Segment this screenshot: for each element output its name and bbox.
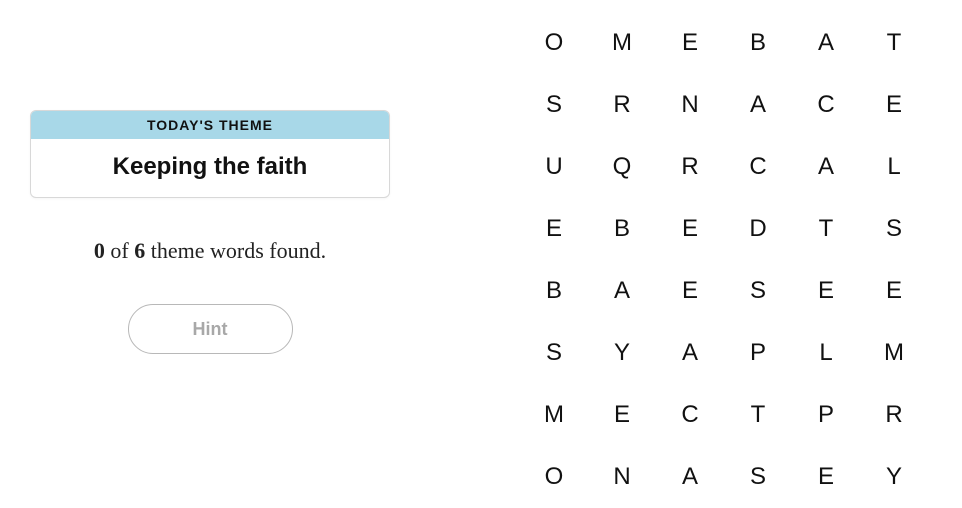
letter-cell[interactable]: O xyxy=(520,12,588,74)
letter-cell[interactable]: E xyxy=(588,384,656,446)
letter-cell[interactable]: R xyxy=(860,384,928,446)
letter-cell[interactable]: T xyxy=(724,384,792,446)
hint-button[interactable]: Hint xyxy=(128,304,293,354)
letter-cell[interactable]: S xyxy=(724,260,792,322)
letter-cell[interactable]: A xyxy=(656,446,724,508)
letter-cell[interactable]: L xyxy=(860,136,928,198)
words-found-count: 0 xyxy=(94,238,105,263)
letter-cell[interactable]: S xyxy=(724,446,792,508)
letter-cell[interactable]: S xyxy=(520,74,588,136)
letter-cell[interactable]: N xyxy=(588,446,656,508)
letter-cell[interactable]: M xyxy=(588,12,656,74)
letter-cell[interactable]: Y xyxy=(588,322,656,384)
letter-cell[interactable]: E xyxy=(860,74,928,136)
progress-text: 0 of 6 theme words found. xyxy=(94,238,326,264)
theme-card: TODAY'S THEME Keeping the faith xyxy=(30,110,390,198)
letter-cell[interactable]: Q xyxy=(588,136,656,198)
letter-cell[interactable]: E xyxy=(656,12,724,74)
letter-cell[interactable]: N xyxy=(656,74,724,136)
letter-cell[interactable]: A xyxy=(792,12,860,74)
letter-cell[interactable]: A xyxy=(588,260,656,322)
letter-cell[interactable]: T xyxy=(860,12,928,74)
letter-cell[interactable]: U xyxy=(520,136,588,198)
letter-cell[interactable]: E xyxy=(792,446,860,508)
words-total-count: 6 xyxy=(134,238,145,263)
letter-cell[interactable]: A xyxy=(792,136,860,198)
progress-suffix: theme words found. xyxy=(151,238,326,263)
letter-cell[interactable]: B xyxy=(588,198,656,260)
right-panel: OMEBATSRNACEUQRCALEBEDTSBAESEESYAPLMMECT… xyxy=(420,0,962,503)
letter-cell[interactable]: B xyxy=(520,260,588,322)
left-panel: TODAY'S THEME Keeping the faith 0 of 6 t… xyxy=(0,0,420,503)
letter-cell[interactable]: C xyxy=(656,384,724,446)
letter-cell[interactable]: O xyxy=(520,446,588,508)
letter-cell[interactable]: M xyxy=(860,322,928,384)
letter-cell[interactable]: E xyxy=(656,260,724,322)
letter-cell[interactable]: R xyxy=(656,136,724,198)
letter-cell[interactable]: E xyxy=(792,260,860,322)
letter-cell[interactable]: P xyxy=(724,322,792,384)
letter-cell[interactable]: C xyxy=(792,74,860,136)
letter-cell[interactable]: S xyxy=(520,322,588,384)
letter-cell[interactable]: L xyxy=(792,322,860,384)
letter-cell[interactable]: S xyxy=(860,198,928,260)
theme-title: Keeping the faith xyxy=(31,139,389,197)
theme-header-label: TODAY'S THEME xyxy=(31,111,389,139)
letter-grid[interactable]: OMEBATSRNACEUQRCALEBEDTSBAESEESYAPLMMECT… xyxy=(520,12,962,508)
letter-cell[interactable]: B xyxy=(724,12,792,74)
letter-cell[interactable]: A xyxy=(724,74,792,136)
game-container: TODAY'S THEME Keeping the faith 0 of 6 t… xyxy=(0,0,962,503)
letter-cell[interactable]: C xyxy=(724,136,792,198)
letter-cell[interactable]: P xyxy=(792,384,860,446)
letter-cell[interactable]: E xyxy=(520,198,588,260)
letter-cell[interactable]: Y xyxy=(860,446,928,508)
letter-cell[interactable]: T xyxy=(792,198,860,260)
letter-cell[interactable]: E xyxy=(860,260,928,322)
letter-cell[interactable]: D xyxy=(724,198,792,260)
progress-of: of xyxy=(110,238,128,263)
letter-cell[interactable]: A xyxy=(656,322,724,384)
letter-cell[interactable]: M xyxy=(520,384,588,446)
letter-cell[interactable]: R xyxy=(588,74,656,136)
letter-cell[interactable]: E xyxy=(656,198,724,260)
